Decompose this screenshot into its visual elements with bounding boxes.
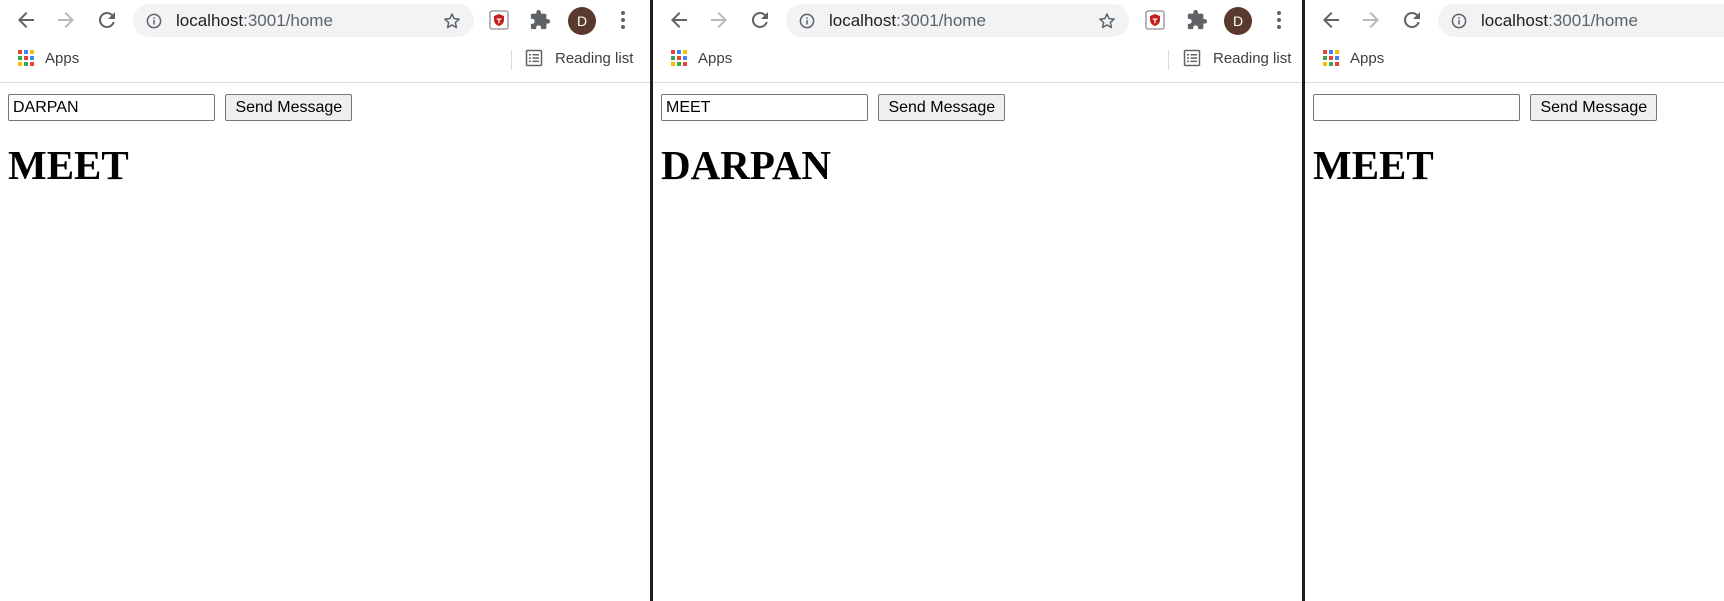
address-bar[interactable]: localhost:3001/home	[133, 4, 474, 37]
address-bar[interactable]: localhost:3001/home	[1438, 4, 1724, 37]
apps-shortcut[interactable]: Apps	[1323, 48, 1384, 68]
apps-shortcut[interactable]: Apps	[18, 48, 79, 68]
send-message-button[interactable]: Send Message	[225, 94, 353, 121]
message-input[interactable]	[1313, 94, 1520, 121]
received-message-heading: DARPAN	[661, 142, 832, 188]
apps-label: Apps	[45, 49, 80, 67]
profile-avatar[interactable]: D	[568, 7, 596, 35]
bookmark-star-icon[interactable]	[1097, 11, 1117, 31]
reading-list-icon	[525, 49, 543, 67]
browser-window-1: localhost:3001/home D Apps Reading list …	[0, 0, 650, 601]
browser-window-3: localhost:3001/home Apps Send Message ME…	[1305, 0, 1724, 601]
apps-label: Apps	[1350, 49, 1385, 67]
send-message-button[interactable]: Send Message	[878, 94, 1006, 121]
bookmarks-bar: Apps Reading list	[653, 40, 1302, 83]
message-input[interactable]	[8, 94, 215, 121]
apps-grid-icon	[671, 50, 687, 66]
browser-window-2: localhost:3001/home D Apps Reading list …	[650, 0, 1305, 601]
apps-grid-icon	[18, 50, 34, 66]
bookmarks-bar: Apps Reading list	[0, 40, 650, 83]
shield-extension-icon[interactable]	[1144, 9, 1166, 31]
url-path: :3001/home	[896, 11, 986, 30]
received-message-heading: MEET	[1313, 142, 1434, 188]
url-path: :3001/home	[1548, 11, 1638, 30]
url-host: localhost	[1481, 11, 1549, 30]
info-icon[interactable]	[1451, 13, 1467, 29]
browser-toolbar: localhost:3001/home	[1305, 0, 1724, 40]
reload-icon[interactable]	[748, 8, 772, 32]
received-message-heading: MEET	[8, 142, 129, 188]
bookmarks-divider	[511, 50, 512, 70]
apps-grid-icon	[1323, 50, 1339, 66]
page-content: Send Message MEET	[1313, 94, 1658, 189]
info-icon[interactable]	[146, 13, 162, 29]
message-input[interactable]	[661, 94, 868, 121]
apps-label: Apps	[698, 49, 733, 67]
url-text[interactable]: localhost:3001/home	[176, 12, 333, 30]
puzzle-extensions-icon[interactable]	[529, 9, 551, 31]
page-content: Send Message MEET	[8, 94, 353, 189]
reload-icon[interactable]	[1400, 8, 1424, 32]
menu-dots-icon[interactable]	[615, 9, 631, 31]
back-arrow-icon[interactable]	[14, 8, 38, 32]
url-text[interactable]: localhost:3001/home	[829, 12, 986, 30]
reading-list-button[interactable]: Reading list	[525, 48, 633, 68]
url-path: :3001/home	[243, 11, 333, 30]
menu-dots-icon[interactable]	[1271, 9, 1287, 31]
reading-list-button[interactable]: Reading list	[1183, 48, 1291, 68]
url-host: localhost	[176, 11, 244, 30]
profile-avatar[interactable]: D	[1224, 7, 1252, 35]
url-text[interactable]: localhost:3001/home	[1481, 12, 1638, 30]
forward-arrow-icon[interactable]	[1359, 8, 1383, 32]
shield-extension-icon[interactable]	[488, 9, 510, 31]
address-bar[interactable]: localhost:3001/home	[786, 4, 1129, 37]
reload-icon[interactable]	[95, 8, 119, 32]
reading-list-label: Reading list	[555, 49, 634, 67]
bookmarks-divider	[1168, 50, 1169, 70]
back-arrow-icon[interactable]	[1319, 8, 1343, 32]
url-host: localhost	[829, 11, 897, 30]
browser-toolbar: localhost:3001/home D	[0, 0, 650, 40]
send-message-button[interactable]: Send Message	[1530, 94, 1658, 121]
back-arrow-icon[interactable]	[667, 8, 691, 32]
reading-list-label: Reading list	[1213, 49, 1292, 67]
apps-shortcut[interactable]: Apps	[671, 48, 732, 68]
browser-toolbar: localhost:3001/home D	[653, 0, 1302, 40]
page-content: Send Message DARPAN	[661, 94, 1006, 189]
reading-list-icon	[1183, 49, 1201, 67]
info-icon[interactable]	[799, 13, 815, 29]
puzzle-extensions-icon[interactable]	[1186, 9, 1208, 31]
bookmark-star-icon[interactable]	[442, 11, 462, 31]
forward-arrow-icon[interactable]	[707, 8, 731, 32]
bookmarks-bar: Apps	[1305, 40, 1724, 83]
forward-arrow-icon[interactable]	[54, 8, 78, 32]
